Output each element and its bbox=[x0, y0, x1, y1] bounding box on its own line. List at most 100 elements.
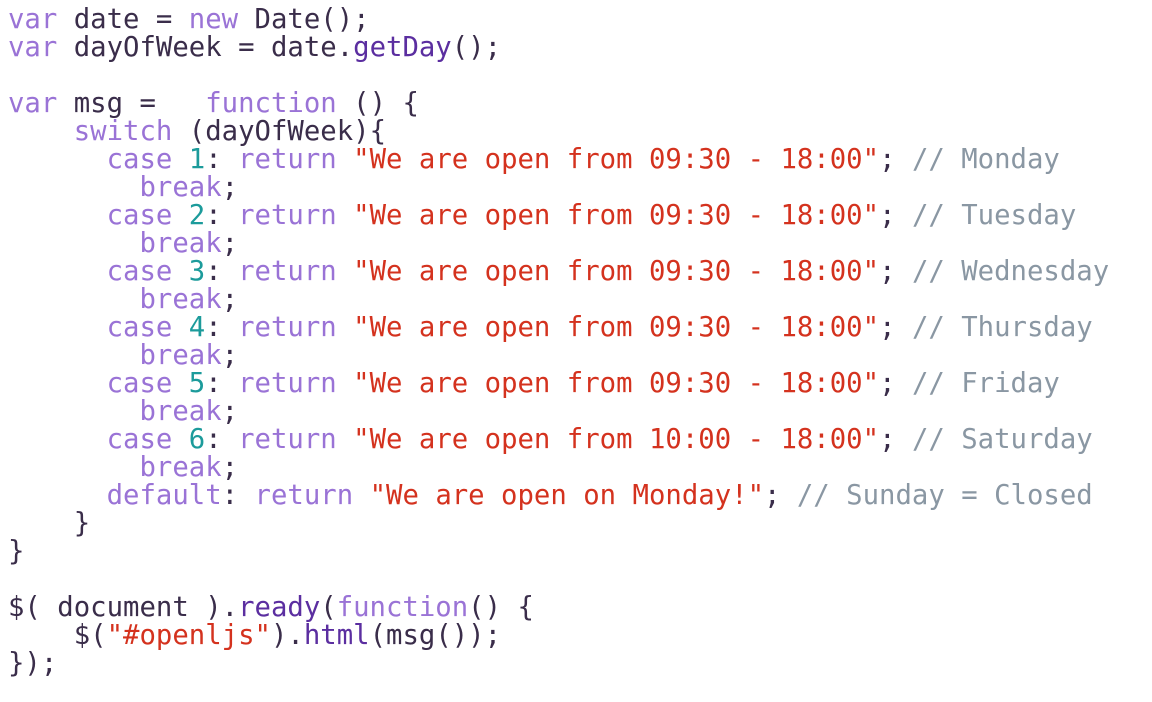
code-token-plain: ; bbox=[221, 452, 239, 483]
code-token-keyword: case bbox=[106, 200, 173, 231]
code-token-plain: dayOfWeek = date. bbox=[57, 32, 354, 63]
code-token-plain: ; bbox=[879, 256, 912, 287]
code-line: break; bbox=[8, 398, 1109, 426]
code-token-function: html bbox=[303, 620, 370, 651]
code-token-plain: ; bbox=[879, 424, 912, 455]
code-line: } bbox=[8, 538, 1109, 566]
code-line: default: return "We are open on Monday!"… bbox=[8, 482, 1109, 510]
code-token-plain: ; bbox=[879, 368, 912, 399]
code-token-keyword: var bbox=[8, 32, 58, 63]
code-line: $("#openljs").html(msg()); bbox=[8, 622, 1109, 650]
code-token-plain: } bbox=[8, 536, 25, 567]
code-token-plain: (msg()); bbox=[369, 620, 502, 651]
code-token-keyword: return bbox=[238, 200, 337, 231]
code-token-string: "We are open from 09:30 - 18:00" bbox=[353, 200, 880, 231]
code-token-comment: // Sunday = Closed bbox=[796, 480, 1093, 511]
code-token-keyword: return bbox=[238, 312, 337, 343]
code-token-keyword: return bbox=[238, 256, 337, 287]
code-token-plain: ; bbox=[221, 396, 239, 427]
code-token-comment: // Saturday bbox=[911, 424, 1093, 455]
code-token-string: "We are open from 10:00 - 18:00" bbox=[353, 424, 880, 455]
code-token-plain: : bbox=[205, 312, 239, 343]
code-line: $( document ).ready(function() { bbox=[8, 594, 1109, 622]
code-token-keyword: break bbox=[139, 172, 222, 203]
code-token-string: "#openljs" bbox=[106, 620, 271, 651]
code-line: break; bbox=[8, 342, 1109, 370]
code-token-keyword: default bbox=[106, 480, 222, 511]
code-token-plain: ; bbox=[879, 312, 912, 343]
code-token-comment: // Tuesday bbox=[911, 200, 1077, 231]
code-token-plain: } bbox=[8, 508, 91, 539]
code-token-keyword: var bbox=[8, 88, 58, 119]
code-token-number: 1 bbox=[188, 144, 206, 175]
code-line: break; bbox=[8, 230, 1109, 258]
code-token-keyword: case bbox=[106, 424, 173, 455]
code-token-keyword: function bbox=[336, 592, 469, 623]
code-line: case 2: return "We are open from 09:30 -… bbox=[8, 202, 1109, 230]
code-token-plain: $( bbox=[8, 620, 107, 651]
code-token-keyword: switch bbox=[73, 116, 173, 147]
code-token-keyword: return bbox=[254, 480, 354, 511]
code-token-comment: // Wednesday bbox=[911, 256, 1110, 287]
code-line: case 4: return "We are open from 09:30 -… bbox=[8, 314, 1109, 342]
code-token-number: 6 bbox=[188, 424, 206, 455]
code-token-plain: : bbox=[205, 144, 239, 175]
code-token-plain: (dayOfWeek){ bbox=[172, 116, 387, 147]
code-token-keyword: function bbox=[205, 88, 337, 119]
code-line: var msg = function () { bbox=[8, 90, 1109, 118]
code-token-comment: // Thursday bbox=[911, 312, 1093, 343]
code-line: }); bbox=[8, 650, 1109, 678]
code-token-keyword: return bbox=[238, 424, 337, 455]
code-token-function: ready bbox=[238, 592, 321, 623]
code-token-plain: msg = bbox=[57, 88, 206, 119]
code-token-string: "We are open from 09:30 - 18:00" bbox=[353, 144, 880, 175]
code-line: case 1: return "We are open from 09:30 -… bbox=[8, 146, 1109, 174]
code-token-plain: }); bbox=[8, 648, 58, 679]
code-token-keyword: case bbox=[106, 256, 173, 287]
code-token-plain: : bbox=[205, 368, 239, 399]
code-token-plain: ). bbox=[270, 620, 304, 651]
code-editor-view: { "colors": { "background": "#ffffff", "… bbox=[0, 0, 1152, 702]
code-line: case 6: return "We are open from 10:00 -… bbox=[8, 426, 1109, 454]
code-token-keyword: break bbox=[139, 396, 222, 427]
code-token-keyword: new bbox=[188, 4, 239, 35]
code-token-keyword: break bbox=[139, 284, 222, 315]
code-token-keyword: case bbox=[106, 368, 173, 399]
code-token-keyword: case bbox=[106, 312, 173, 343]
code-line: } bbox=[8, 510, 1109, 538]
code-line: case 3: return "We are open from 09:30 -… bbox=[8, 256, 1110, 287]
code-token-plain: Date(); bbox=[238, 4, 370, 35]
code-token-number: 4 bbox=[188, 312, 206, 343]
code-token-comment: // Friday bbox=[911, 368, 1060, 399]
code-token-number: 2 bbox=[188, 200, 206, 231]
code-line: break; bbox=[8, 286, 1109, 314]
code-token-string: "We are open from 09:30 - 18:00" bbox=[353, 312, 880, 343]
code-token-plain: () { bbox=[336, 88, 419, 119]
code-token-keyword: return bbox=[238, 368, 337, 399]
code-token-plain: : bbox=[205, 256, 239, 287]
code-block[interactable]: var date = new Date(); var dayOfWeek = da… bbox=[8, 6, 1109, 678]
code-token-plain: : bbox=[205, 424, 239, 455]
code-line: var dayOfWeek = date.getDay(); bbox=[8, 34, 1109, 62]
